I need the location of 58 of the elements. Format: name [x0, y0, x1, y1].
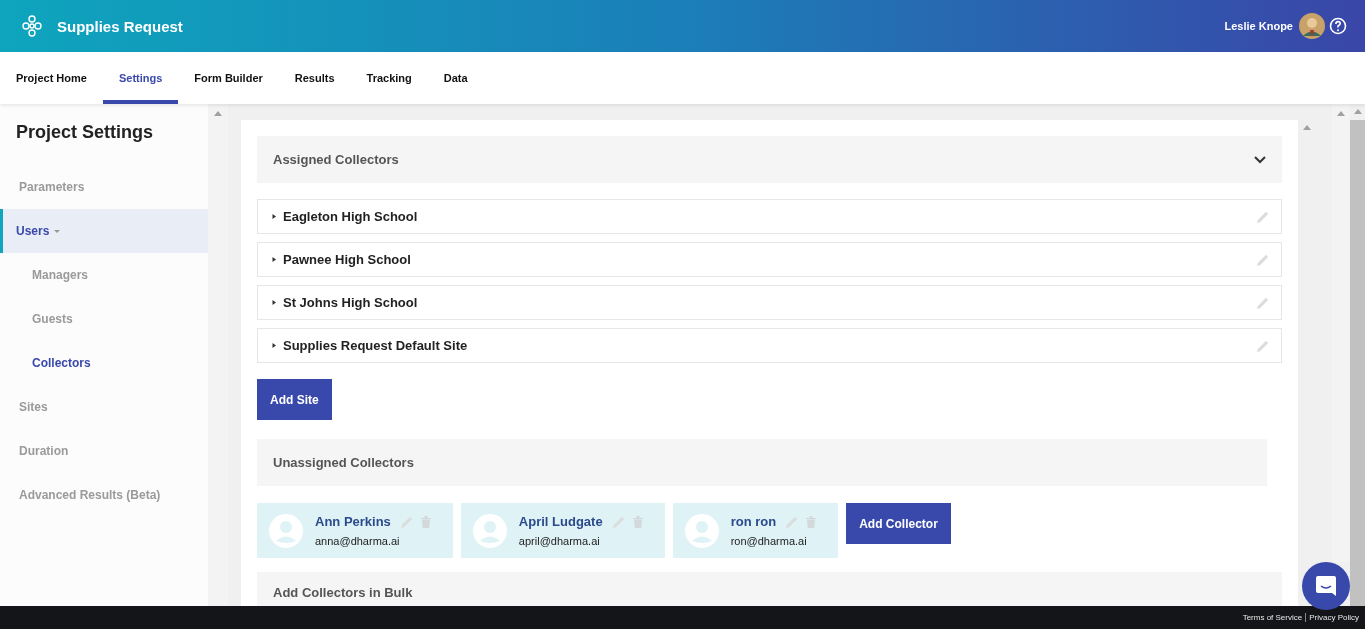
app-title: Supplies Request [57, 17, 183, 35]
pencil-icon[interactable] [1257, 339, 1269, 352]
pencil-icon[interactable] [1257, 210, 1269, 223]
sidebar-subitem[interactable]: Collectors [0, 341, 208, 385]
footer-link[interactable]: Privacy Policy [1309, 613, 1359, 622]
scroll-up-icon [214, 111, 222, 116]
collector-email: ron@dharma.ai [730, 535, 808, 547]
sidebar-title: Project Settings [15, 121, 155, 144]
sidebar-item[interactable]: Users [0, 209, 208, 253]
add-site-button[interactable]: Add Site [257, 379, 332, 420]
collector-name: April Ludgate [518, 514, 603, 529]
site-name: Pawnee High School [283, 252, 411, 267]
nav-tab[interactable]: Data [427, 52, 484, 104]
chat-button[interactable] [1302, 562, 1350, 610]
pencil-icon[interactable] [1257, 253, 1269, 266]
section-header: Unassigned Collectors [257, 439, 1267, 486]
triangle-icon [272, 342, 277, 349]
collector-email: april@dharma.ai [518, 535, 601, 547]
chat-icon [1315, 575, 1337, 597]
collector-email: anna@dharma.ai [315, 535, 401, 547]
chevron-down-icon [1254, 155, 1266, 164]
nav-tab[interactable]: Form Builder [178, 52, 279, 104]
section-header: Add Collectors in Bulk [257, 572, 1282, 606]
help-icon[interactable] [1329, 17, 1347, 35]
nav-tab[interactable]: Tracking [350, 52, 428, 104]
section-header[interactable]: Assigned Collectors [257, 136, 1282, 183]
pencil-icon[interactable] [1257, 296, 1269, 309]
nav-tab[interactable]: Project Home [0, 52, 103, 104]
site-name: Supplies Request Default Site [283, 338, 468, 353]
pencil-icon[interactable] [400, 515, 413, 528]
trash-icon[interactable] [420, 515, 431, 528]
site-row[interactable]: Supplies Request Default Site [257, 328, 1282, 363]
collector-name: Ann Perkins [315, 514, 391, 529]
scroll-up-icon [1302, 125, 1311, 130]
add-collector-button[interactable]: Add Collector [846, 503, 951, 544]
logo-icon [22, 15, 42, 37]
site-name: Eagleton High School [283, 209, 418, 224]
site-name: St Johns High School [283, 295, 418, 310]
pencil-icon[interactable] [612, 515, 625, 528]
trash-icon[interactable] [632, 515, 643, 528]
nav-tab[interactable]: Results [278, 52, 351, 104]
user-avatar-icon [269, 513, 303, 548]
trash-icon[interactable] [806, 515, 817, 528]
pencil-icon[interactable] [786, 515, 799, 528]
triangle-icon [272, 299, 277, 306]
triangle-icon [272, 213, 277, 220]
footer-link[interactable]: Terms of Service [1242, 613, 1303, 622]
separator [1305, 613, 1307, 622]
triangle-icon [272, 256, 277, 263]
avatar-icon[interactable] [1299, 13, 1325, 39]
site-row[interactable]: St Johns High School [257, 285, 1282, 320]
caret-icon [53, 228, 62, 234]
collector-name: ron ron [730, 514, 777, 529]
user-name: Leslie Knope [1224, 20, 1293, 32]
site-row[interactable]: Eagleton High School [257, 199, 1282, 234]
user-avatar-icon [684, 513, 719, 548]
user-avatar-icon [472, 513, 507, 548]
site-row[interactable]: Pawnee High School [257, 242, 1282, 277]
